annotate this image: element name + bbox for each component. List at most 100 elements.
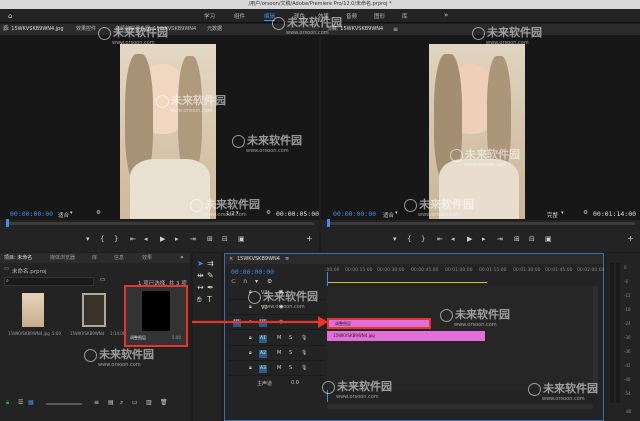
track-a2[interactable]: 🔒︎ A2 M S 🎙︎ [229, 347, 325, 361]
panel-menu-icon[interactable]: ≡ [393, 24, 398, 35]
play-icon[interactable]: ▶ [160, 235, 165, 243]
step-back-icon[interactable]: ⇤ [130, 235, 136, 243]
pen-tool-icon[interactable]: ✒ [207, 283, 214, 292]
program-scrubber[interactable] [327, 222, 635, 225]
tab-media-browser[interactable]: 媒体浏览器 [50, 253, 75, 263]
panel-menu-icon-2[interactable]: ≡ [285, 254, 289, 264]
mic-icon[interactable]: 🎙︎ [301, 350, 307, 356]
mark-in-icon[interactable]: ▾ [86, 235, 90, 243]
program-fit-select[interactable]: 适合 [383, 211, 394, 219]
tab-effects[interactable]: 效果 [142, 253, 152, 263]
project-item-1[interactable]: 15WKVSKB9WN4.jpg 5:00 [8, 293, 61, 349]
step-forward-frame-icon[interactable]: ▸ [175, 235, 179, 243]
panel-overflow-icon[interactable]: » [180, 253, 184, 263]
list-view-icon[interactable]: ☰ [18, 399, 23, 406]
source-fit-select[interactable]: 适合 [58, 211, 69, 219]
lock-icon[interactable]: 🔒︎ [6, 399, 9, 407]
source-playhead[interactable] [6, 219, 9, 227]
mic-icon[interactable]: 🎙︎ [301, 365, 307, 371]
tab-audio[interactable]: 音频 [346, 12, 357, 20]
fit-dropdown-icon-2[interactable]: ▾ [395, 210, 398, 216]
vertical-scrollbar[interactable] [593, 286, 598, 390]
project-item-adjustment-layer[interactable]: 调整图层 5:00 [124, 285, 188, 347]
new-bin-icon[interactable]: ▭ [100, 277, 105, 283]
solo-icon[interactable]: S [289, 365, 292, 371]
snap-icon[interactable]: ⊂ [231, 278, 236, 285]
selection-tool-icon[interactable]: ➤ [197, 259, 204, 268]
mute-icon[interactable]: M [277, 365, 281, 371]
tab-libraries[interactable]: 库 [92, 253, 97, 263]
insert-icon[interactable]: ⊞ [207, 235, 213, 243]
solo-icon[interactable]: S [289, 350, 292, 356]
find-icon[interactable]: ⌕ [120, 399, 123, 407]
go-out-icon-2[interactable]: ⇥ [497, 235, 503, 243]
trash-icon[interactable]: 🗑︎ [160, 399, 168, 406]
extract-icon[interactable]: ⊟ [529, 235, 535, 243]
lock-track-icon[interactable]: 🔒︎ [249, 350, 252, 356]
track-a1[interactable]: 🔒︎ A1 M S 🎙︎ [229, 332, 325, 346]
go-out-icon[interactable]: ⇥ [190, 235, 196, 243]
project-search-input[interactable] [4, 277, 94, 286]
camera-icon[interactable]: ▣ [238, 235, 245, 243]
work-area-bar[interactable] [327, 282, 487, 283]
program-timecode[interactable]: 00:00:00:00 [333, 210, 376, 218]
solo-icon[interactable]: S [289, 335, 292, 341]
source-timecode[interactable]: 00:00:00:00 [10, 210, 53, 218]
mute-icon[interactable]: M [277, 335, 281, 341]
tab-effect-controls[interactable]: 效果控件 [76, 24, 96, 35]
step-back-frame-icon[interactable]: ◂ [144, 235, 148, 243]
wrench-icon[interactable]: ⚙ [96, 210, 101, 216]
track-master[interactable]: 主声道 0.0 [229, 378, 325, 390]
wrench-icon-2[interactable]: ⚙ [266, 210, 271, 216]
new-bin-footer-icon[interactable]: ▭ [132, 399, 138, 406]
overwrite-icon[interactable]: ⊟ [222, 235, 228, 243]
lift-icon[interactable]: ⊞ [514, 235, 520, 243]
tab-assembly[interactable]: 组件 [234, 12, 245, 20]
mic-icon[interactable]: 🎙︎ [301, 335, 307, 341]
close-tab-icon[interactable]: × [229, 254, 233, 264]
hand-tool-icon[interactable]: ✋︎ [197, 295, 202, 305]
tab-source[interactable]: 源: 15WKVSKB9WN4.jpg [3, 24, 64, 35]
camera-icon-2[interactable]: ▣ [545, 235, 552, 243]
tab-metadata[interactable]: 元数据 [207, 24, 222, 35]
home-icon[interactable]: ⌂ [8, 12, 12, 20]
slip-tool-icon[interactable]: ↔ [197, 283, 204, 292]
source-scrubber[interactable] [6, 222, 314, 225]
automate-icon[interactable]: ▤ [108, 399, 114, 406]
tab-graphics[interactable]: 图形 [374, 12, 385, 20]
mute-icon[interactable]: M [277, 350, 281, 356]
lock-track-icon[interactable]: 🔒︎ [249, 365, 252, 371]
program-playhead[interactable] [327, 219, 330, 227]
tab-libraries[interactable]: 库 [402, 12, 408, 20]
timeline-timecode[interactable]: 00:00:00:00 [231, 268, 274, 276]
mark-in-icon-2[interactable]: ▾ [393, 235, 397, 243]
new-item-icon[interactable]: ▥ [146, 399, 152, 406]
razor-tool-icon[interactable]: ✎ [207, 271, 214, 280]
lock-track-icon[interactable]: 🔒︎ [249, 335, 252, 341]
mark-out-icon[interactable]: { [100, 235, 104, 243]
tab-sequence[interactable]: 15WKVSKB9WN4 [237, 254, 280, 264]
tab-project[interactable]: 项目: 未命名 [4, 253, 32, 263]
timeline-scrollbar[interactable] [327, 404, 593, 409]
go-in-icon-2[interactable]: } [421, 235, 425, 243]
clip-image[interactable]: 15WKVSKB9WN4.jpg [327, 331, 485, 341]
wrench-icon-3[interactable]: ⚙ [583, 210, 588, 216]
clip-adjustment-layer[interactable]: 调整图层 [327, 318, 431, 329]
sort-icon[interactable]: ≡ [94, 399, 99, 406]
zoom-slider[interactable] [46, 403, 82, 405]
tab-learn[interactable]: 学习 [204, 12, 215, 20]
type-tool-icon[interactable]: T [207, 295, 212, 304]
track-select-tool-icon[interactable]: ⇉ [207, 259, 214, 268]
step-back-frame-icon-2[interactable]: ◂ [451, 235, 455, 243]
add-button-icon[interactable]: + [306, 234, 313, 243]
ripple-edit-tool-icon[interactable]: ⇹ [197, 271, 204, 280]
step-back-icon-2[interactable]: ⇤ [437, 235, 443, 243]
more-workspaces-icon[interactable]: » [444, 11, 448, 19]
quality-dropdown-icon[interactable]: ▾ [561, 210, 564, 216]
mark-out-icon-2[interactable]: { [407, 235, 411, 243]
linked-selection-icon[interactable]: ∩ [243, 278, 247, 285]
settings-icon[interactable]: ⚙ [267, 278, 272, 285]
add-marker-icon[interactable]: ▾ [255, 278, 258, 285]
go-in-icon[interactable]: } [114, 235, 118, 243]
program-quality-select[interactable]: 完整 [547, 211, 558, 219]
